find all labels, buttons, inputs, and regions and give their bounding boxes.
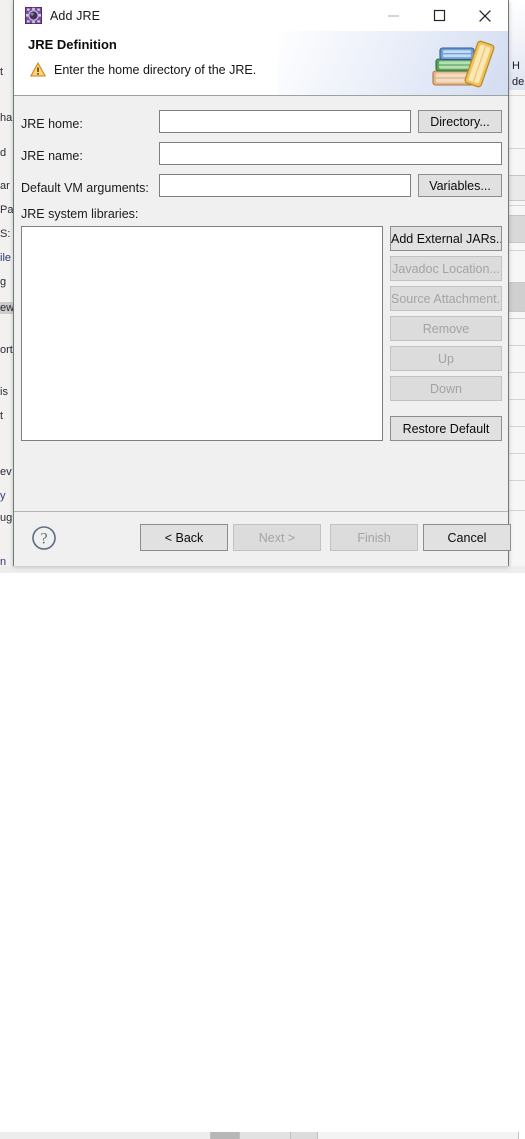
jre-name-input[interactable]	[159, 142, 502, 165]
background-divider	[508, 148, 525, 149]
variables-button[interactable]: Variables...	[418, 174, 502, 197]
dialog-body: JRE home: Directory... JRE name: Default…	[14, 96, 508, 511]
svg-text:?: ?	[40, 531, 47, 548]
background-text-fragment: t	[0, 410, 4, 422]
page-title: JRE Definition	[28, 37, 117, 52]
maximize-button[interactable]	[416, 0, 462, 31]
background-text-fragment: ar	[0, 180, 10, 192]
background-divider	[508, 372, 525, 373]
background-cell	[318, 1132, 519, 1139]
background-text-fragment: y	[0, 490, 6, 502]
background-text-fragment: g	[0, 276, 7, 288]
remove-button: Remove	[390, 316, 502, 341]
dialog-header: JRE Definition Enter the home directory …	[14, 31, 508, 96]
background-text-fragment: is	[0, 386, 8, 398]
background-divider	[508, 345, 525, 346]
background-text-fragment: de	[512, 76, 525, 88]
background-text-fragment: H	[512, 60, 520, 72]
move-down-button: Down	[390, 376, 502, 401]
close-button[interactable]	[462, 0, 508, 31]
jre-gear-icon	[25, 7, 42, 24]
status-message: Enter the home directory of the JRE.	[54, 62, 257, 77]
background-cell	[508, 215, 525, 243]
background-text-fragment: ew	[0, 302, 14, 314]
background-divider	[508, 95, 525, 96]
system-libraries-label: JRE system libraries:	[21, 207, 139, 221]
background-cell	[508, 282, 525, 312]
background-cell	[508, 175, 525, 201]
system-libraries-list[interactable]	[21, 226, 383, 441]
background-left-panel: t ha d ar Pa S: ile g ew ort is t ev y u…	[0, 0, 14, 573]
status-message-row: Enter the home directory of the JRE.	[29, 61, 257, 77]
dialog-footer: ? < Back Next > Finish Cancel	[14, 511, 511, 566]
background-cell	[0, 1132, 211, 1139]
background-text-fragment: Pa	[0, 204, 14, 216]
warning-icon	[29, 61, 47, 77]
vm-arguments-input[interactable]	[159, 174, 411, 197]
cancel-button[interactable]: Cancel	[423, 524, 511, 551]
background-text-fragment: ile	[0, 252, 12, 264]
background-text-fragment: S:	[0, 228, 11, 240]
directory-button[interactable]: Directory...	[418, 110, 502, 133]
background-cell	[211, 1132, 240, 1139]
background-text-fragment: ha	[0, 112, 13, 124]
source-attachment-button: Source Attachment...	[390, 286, 502, 311]
help-button[interactable]: ?	[30, 524, 58, 552]
jre-home-label: JRE home:	[21, 117, 83, 131]
background-divider	[508, 453, 525, 454]
jre-name-label: JRE name:	[21, 149, 83, 163]
books-icon	[427, 35, 499, 91]
move-up-button: Up	[390, 346, 502, 371]
vm-arguments-label: Default VM arguments:	[21, 181, 149, 195]
background-text-fragment: d	[0, 147, 7, 159]
background-divider	[508, 510, 525, 511]
background-text-fragment: ort	[0, 344, 13, 356]
dialog-titlebar[interactable]: Add JRE	[14, 0, 508, 31]
background-divider	[508, 318, 525, 319]
background-text-fragment: t	[0, 66, 4, 78]
javadoc-location-button: Javadoc Location...	[390, 256, 502, 281]
background-divider	[508, 399, 525, 400]
background-divider	[508, 480, 525, 481]
add-external-jars-button[interactable]: Add External JARs...	[390, 226, 502, 251]
add-jre-dialog: Add JRE JRE Definition Enter the home di…	[13, 0, 511, 566]
finish-button: Finish	[330, 524, 418, 551]
background-text-fragment: ug	[0, 512, 13, 524]
restore-default-button[interactable]: Restore Default	[390, 416, 502, 441]
background-divider	[508, 426, 525, 427]
background-cell	[291, 1132, 318, 1139]
jre-home-input[interactable]	[159, 110, 411, 133]
background-cell	[240, 1132, 291, 1139]
dialog-title: Add JRE	[50, 8, 101, 23]
background-text-fragment: ev	[0, 466, 12, 478]
next-button: Next >	[233, 524, 321, 551]
background-divider	[508, 250, 525, 251]
window-controls	[370, 0, 508, 31]
background-divider	[508, 205, 525, 206]
background-bottom-strip	[0, 566, 525, 1139]
back-button[interactable]: < Back	[140, 524, 228, 551]
minimize-button[interactable]	[370, 0, 416, 31]
